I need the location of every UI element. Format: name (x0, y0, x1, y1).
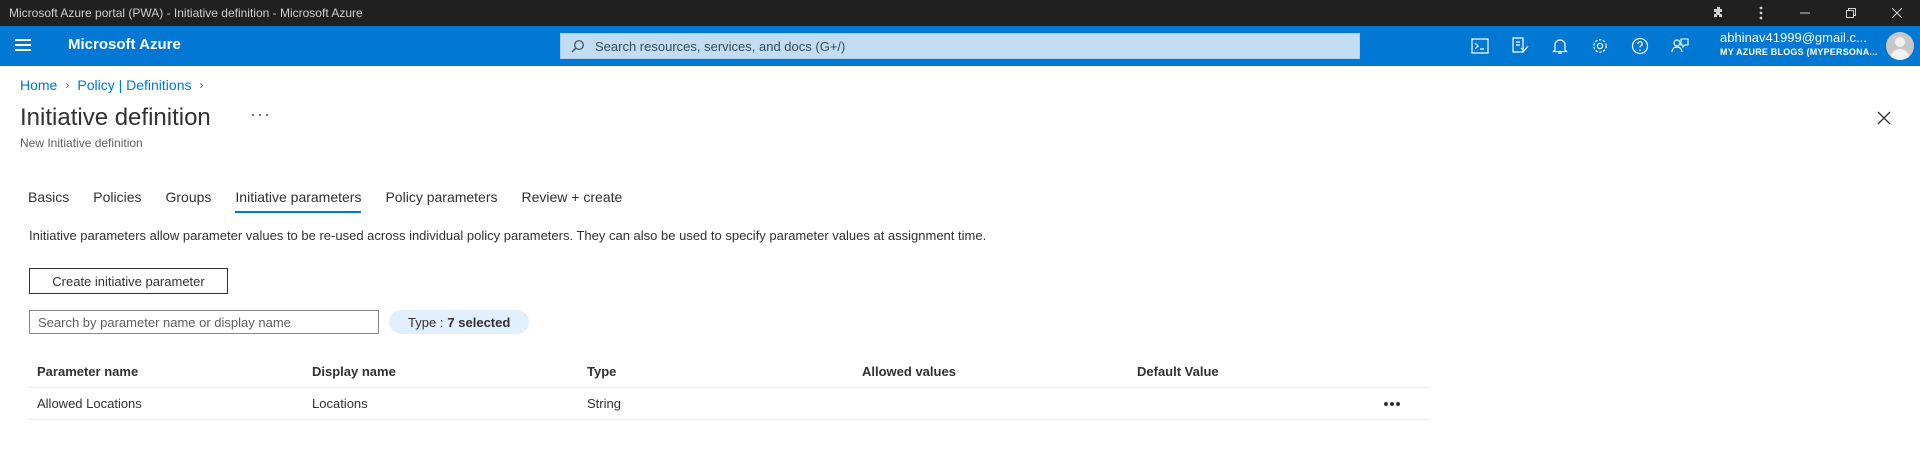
more-icon[interactable] (1740, 0, 1782, 26)
column-header[interactable]: Display name (304, 364, 579, 379)
page-subtitle: New Initiative definition (20, 136, 143, 150)
breadcrumb-policy-definitions[interactable]: Policy | Definitions (77, 77, 191, 93)
row-more-icon[interactable] (1379, 401, 1405, 406)
section-description: Initiative parameters allow parameter va… (29, 228, 987, 243)
cloud-shell-icon[interactable] (1460, 26, 1500, 66)
tab-review-create[interactable]: Review + create (522, 186, 623, 216)
window-title: Microsoft Azure portal (PWA) - Initiativ… (9, 6, 363, 20)
settings-icon[interactable] (1580, 26, 1620, 66)
table-row[interactable]: Allowed Locations Locations String (29, 388, 1430, 420)
page-title: Initiative definition (20, 104, 211, 131)
chevron-right-icon: › (65, 78, 70, 92)
search-placeholder: Search resources, services, and docs (G+… (595, 38, 846, 54)
tab-bar: Basics Policies Groups Initiative parame… (28, 186, 646, 216)
tab-basics[interactable]: Basics (28, 186, 69, 216)
account-info[interactable]: abhinav41999@gmail.c... MY AZURE BLOGS (… (1720, 30, 1880, 59)
type-filter-label: Type : (408, 314, 444, 330)
tab-policy-parameters[interactable]: Policy parameters (385, 186, 497, 216)
window-controls (1698, 0, 1920, 26)
directory-filter-icon[interactable] (1500, 26, 1540, 66)
column-header[interactable]: Allowed values (854, 364, 1129, 379)
type-filter-pill[interactable]: Type : 7 selected (389, 310, 530, 334)
feedback-icon[interactable] (1660, 26, 1700, 66)
tab-initiative-parameters[interactable]: Initiative parameters (235, 186, 362, 216)
notifications-icon[interactable] (1540, 26, 1580, 66)
brand-link[interactable]: Microsoft Azure (68, 36, 181, 53)
menu-icon[interactable] (15, 39, 31, 53)
cell-type: String (587, 396, 621, 411)
window-title-bar: Microsoft Azure portal (PWA) - Initiativ… (0, 0, 1920, 26)
account-name: abhinav41999@gmail.c... (1720, 30, 1867, 45)
more-options-button[interactable]: ··· (250, 104, 271, 125)
global-search[interactable]: Search resources, services, and docs (G+… (560, 33, 1360, 59)
avatar[interactable] (1886, 32, 1914, 60)
column-header[interactable]: Parameter name (29, 364, 304, 379)
cell-parameter-name: Allowed Locations (37, 396, 142, 411)
portal-header: Microsoft Azure Search resources, servic… (0, 26, 1920, 66)
tab-policies[interactable]: Policies (93, 186, 141, 216)
extensions-icon[interactable] (1698, 0, 1740, 26)
table-header: Parameter name Display name Type Allowed… (29, 356, 1430, 388)
help-icon[interactable] (1620, 26, 1660, 66)
type-filter-value: 7 selected (447, 314, 511, 330)
column-header[interactable]: Default Value (1129, 364, 1379, 379)
tab-groups[interactable]: Groups (165, 186, 211, 216)
create-initiative-parameter-button[interactable]: Create initiative parameter (29, 268, 228, 294)
account-directory: MY AZURE BLOGS (MYPERSONA... (1720, 47, 1878, 57)
breadcrumb: Home › Policy | Definitions › (20, 77, 212, 93)
restore-icon[interactable] (1828, 0, 1874, 26)
cell-display-name: Locations (312, 396, 368, 411)
minimize-icon[interactable] (1782, 0, 1828, 26)
close-icon[interactable] (1874, 108, 1894, 128)
header-icons (1460, 26, 1700, 66)
parameters-table: Parameter name Display name Type Allowed… (29, 356, 1430, 420)
parameter-search-input[interactable] (29, 310, 379, 334)
chevron-right-icon: › (199, 78, 204, 92)
column-header[interactable]: Type (579, 364, 854, 379)
close-window-icon[interactable] (1874, 0, 1920, 26)
search-icon (571, 40, 584, 53)
breadcrumb-home[interactable]: Home (20, 77, 57, 93)
